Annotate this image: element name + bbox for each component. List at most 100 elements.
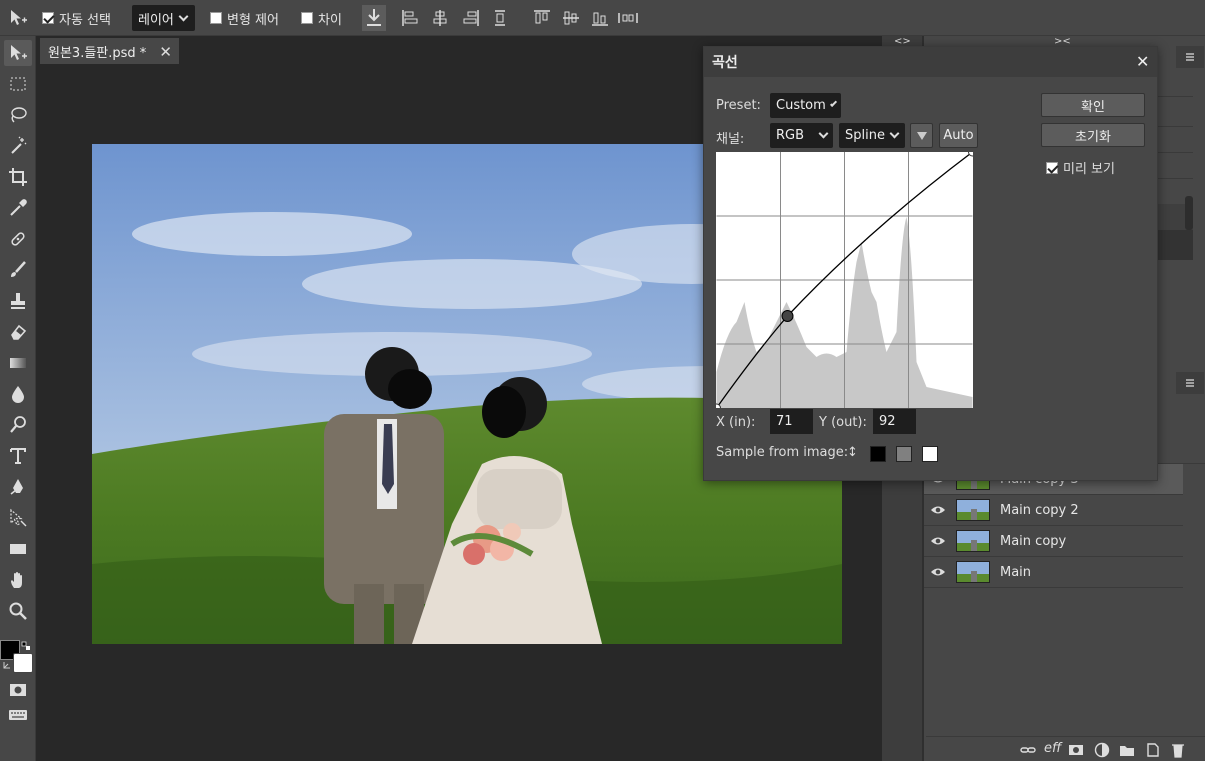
layer-row[interactable]: Main copy 2	[924, 495, 1183, 526]
ok-button[interactable]: 확인	[1041, 93, 1145, 117]
channel-label: 채널:	[716, 132, 745, 147]
blur-tool-button[interactable]	[4, 381, 32, 407]
preview-checkbox[interactable]: 미리 보기	[1046, 158, 1115, 177]
brush-tool-button[interactable]	[4, 257, 32, 283]
adjustment-layer-icon[interactable]	[1094, 742, 1110, 758]
sample-white-swatch[interactable]	[922, 446, 938, 462]
target-select[interactable]: 레이어	[132, 5, 195, 31]
keyboard-icon	[9, 710, 27, 720]
auto-button[interactable]: Auto	[939, 123, 978, 148]
align-left-icon[interactable]	[400, 8, 420, 28]
download-align-button[interactable]	[362, 5, 386, 31]
y-out-label: Y (out):	[819, 415, 867, 430]
preview-check-icon[interactable]	[1046, 161, 1058, 174]
pen-icon	[10, 479, 23, 495]
curve-menu-button[interactable]	[910, 123, 933, 148]
curve-point-white[interactable]	[968, 147, 977, 157]
background-color-swatch[interactable]	[13, 653, 33, 673]
sample-gray-swatch[interactable]	[896, 446, 912, 462]
close-tab-icon[interactable]: ✕	[159, 43, 172, 61]
align-top-icon[interactable]	[532, 8, 552, 28]
eraser-tool-button[interactable]	[4, 319, 32, 345]
align-bottom-icon[interactable]	[590, 8, 610, 28]
crop-tool-button[interactable]	[4, 164, 32, 190]
document-tab[interactable]: 원본3.들판.psd * ✕	[40, 38, 179, 64]
document-tab-title: 원본3.들판.psd *	[48, 45, 147, 61]
layer-row[interactable]: Main copy	[924, 526, 1183, 557]
link-layers-icon[interactable]	[1020, 742, 1036, 758]
interpolation-value: Spline	[845, 128, 885, 143]
path-select-tool-button[interactable]	[4, 505, 32, 531]
healing-tool-button[interactable]	[4, 226, 32, 252]
move-tool-icon[interactable]	[8, 8, 28, 28]
dialog-title-bar[interactable]: 곡선	[704, 47, 1157, 77]
layer-effects-button[interactable]: eff	[1044, 741, 1061, 756]
eyedropper-tool-button[interactable]	[4, 195, 32, 221]
interpolation-select[interactable]: Spline	[839, 123, 905, 148]
marquee-tool-button[interactable]	[4, 71, 32, 97]
visibility-eye-icon[interactable]	[924, 567, 952, 577]
align-hcenter-icon[interactable]	[430, 8, 450, 28]
panel-menu-button[interactable]	[1176, 46, 1204, 68]
visibility-eye-icon[interactable]	[924, 536, 952, 546]
distribute-v-icon[interactable]	[617, 8, 639, 28]
auto-select-check-icon[interactable]	[42, 12, 54, 24]
curve-graph[interactable]	[712, 147, 977, 413]
layer-name: Main copy 2	[1000, 502, 1079, 518]
chevron-down-icon	[829, 99, 838, 108]
x-in-input[interactable]: 71	[770, 409, 813, 434]
align-right-icon[interactable]	[461, 8, 481, 28]
chevron-down-icon	[889, 128, 900, 139]
zoom-tool-button[interactable]	[4, 598, 32, 624]
quick-mask-icon	[10, 684, 26, 696]
align-vcenter-icon[interactable]	[561, 8, 581, 28]
move-arrow-icon	[11, 45, 27, 60]
preset-select[interactable]: Custom	[770, 93, 841, 118]
auto-select-label: 자동 선택	[59, 12, 111, 28]
dialog-close-icon[interactable]: ✕	[1136, 52, 1149, 71]
quick-mask-button[interactable]	[4, 677, 32, 703]
stamp-tool-button[interactable]	[4, 288, 32, 314]
visibility-eye-icon[interactable]	[924, 505, 952, 515]
sample-arrow-icon[interactable]: ↕	[847, 445, 858, 460]
curve-point-selected[interactable]	[781, 310, 794, 322]
menu-icon	[1186, 53, 1194, 61]
pen-tool-button[interactable]	[4, 474, 32, 500]
move-tool-button[interactable]	[4, 40, 32, 66]
channel-select[interactable]: RGB	[770, 123, 833, 148]
tools-panel	[0, 36, 36, 761]
layers-menu-button[interactable]	[1176, 372, 1204, 394]
trash-icon[interactable]	[1170, 742, 1186, 758]
hand-tool-button[interactable]	[4, 567, 32, 593]
y-out-input[interactable]: 92	[873, 409, 916, 434]
difference-checkbox[interactable]: 차이	[301, 0, 342, 36]
layer-row[interactable]: Main	[924, 557, 1183, 588]
swap-colors-icon[interactable]	[21, 640, 31, 650]
layer-thumbnail	[956, 561, 990, 583]
reset-colors-icon[interactable]	[2, 659, 12, 669]
type-tool-button[interactable]	[4, 443, 32, 469]
add-mask-icon[interactable]	[1068, 742, 1084, 758]
panel-scrollbar[interactable]	[1185, 196, 1193, 230]
distribute-h-icon[interactable]	[490, 8, 510, 28]
transform-control-checkbox[interactable]: 변형 제어	[210, 0, 279, 36]
dodge-tool-button[interactable]	[4, 412, 32, 438]
new-layer-icon[interactable]	[1145, 742, 1161, 758]
transform-check-icon[interactable]	[210, 12, 222, 24]
gradient-tool-button[interactable]	[4, 350, 32, 376]
magic-wand-tool-button[interactable]	[4, 133, 32, 159]
auto-select-checkbox[interactable]: 자동 선택	[42, 0, 111, 36]
keyboard-button[interactable]	[4, 702, 32, 728]
shape-tool-button[interactable]	[4, 536, 32, 562]
marquee-icon	[10, 77, 26, 91]
sample-black-swatch[interactable]	[870, 446, 886, 462]
sample-label: Sample from image:	[716, 445, 849, 460]
difference-check-icon[interactable]	[301, 12, 313, 24]
triangle-down-icon	[916, 131, 927, 140]
channel-value: RGB	[776, 128, 805, 143]
reset-button[interactable]: 초기화	[1041, 123, 1145, 147]
brush-icon	[11, 261, 26, 277]
lasso-tool-button[interactable]	[4, 102, 32, 128]
layer-thumbnail	[956, 499, 990, 521]
folder-icon[interactable]	[1119, 742, 1135, 758]
